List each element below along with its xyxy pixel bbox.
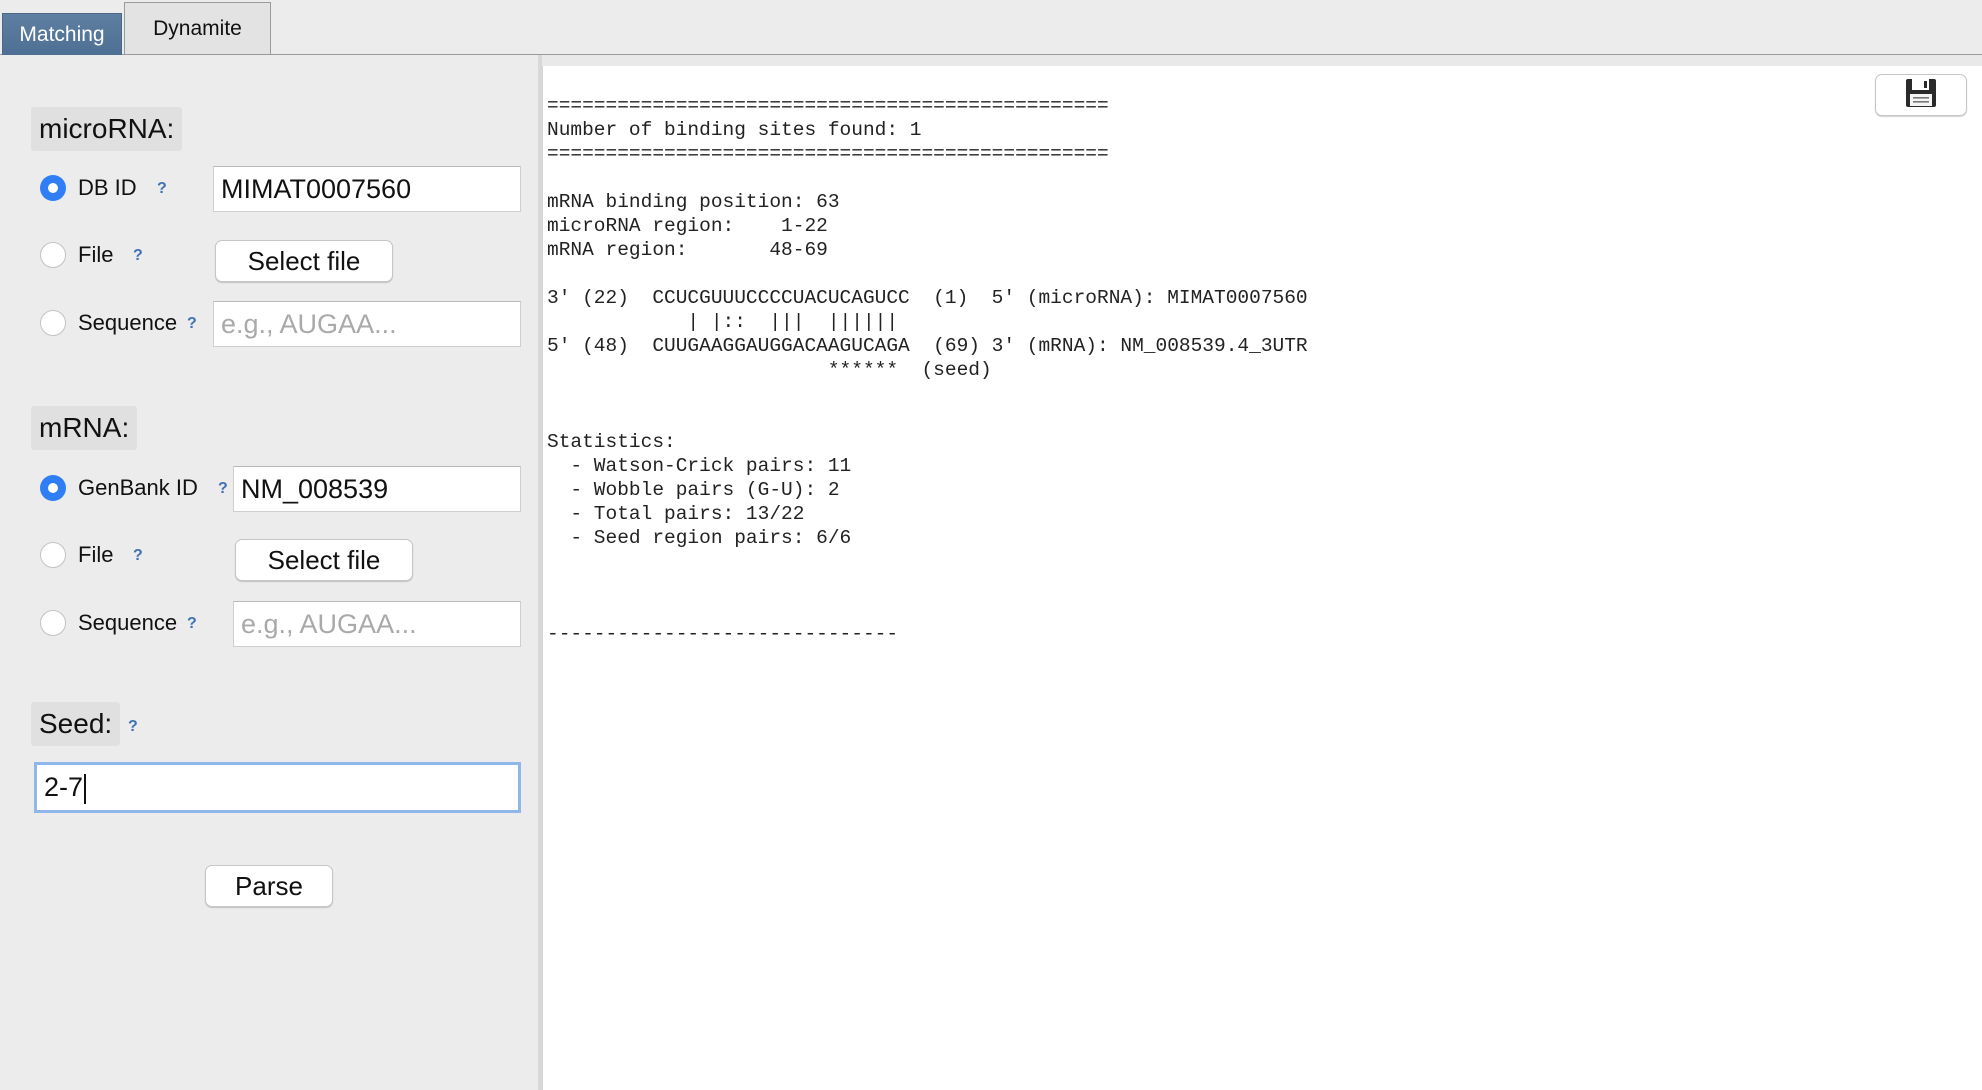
text-caret [84, 773, 87, 804]
mrna-sequence-label: Sequence [78, 610, 178, 635]
microrna-sequence-input[interactable]: e.g., AUGAA... [213, 301, 521, 347]
tab-dynamite[interactable]: Dynamite [124, 2, 271, 54]
microrna-file-radio[interactable] [40, 242, 66, 268]
floppy-disk-icon [1905, 78, 1937, 113]
microrna-section-label: microRNA: [31, 107, 183, 151]
mrna-genbank-help-icon[interactable]: ? [218, 479, 228, 499]
tab-bar: Matching Dynamite [0, 0, 1982, 56]
microrna-sequence-radio[interactable] [40, 310, 66, 336]
seed-label: Seed: [31, 702, 121, 746]
mrna-file-help-icon[interactable]: ? [133, 546, 143, 566]
mrna-sequence-input[interactable]: e.g., AUGAA... [233, 601, 521, 647]
mrna-select-file-button[interactable]: Select file [235, 539, 413, 581]
microrna-sequence-help-icon[interactable]: ? [187, 314, 197, 334]
mrna-genbank-radio[interactable] [40, 475, 66, 501]
input-panel: microRNA: DB ID ? MIMAT0007560 File ? Se… [0, 55, 538, 1090]
mrna-sequence-help-icon[interactable]: ? [187, 614, 197, 634]
microrna-dbid-input[interactable]: MIMAT0007560 [213, 166, 521, 212]
mrna-file-radio[interactable] [40, 542, 66, 568]
seed-help-icon[interactable]: ? [128, 717, 138, 737]
results-text: ========================================… [547, 95, 1308, 645]
microrna-file-label: File [78, 242, 114, 267]
mrna-sequence-radio[interactable] [40, 610, 66, 636]
parse-button[interactable]: Parse [205, 865, 333, 907]
microrna-dbid-label: DB ID [78, 175, 137, 200]
seed-input-value: 2-7 [44, 772, 84, 802]
seed-input[interactable]: 2-7 [34, 762, 521, 813]
microrna-dbid-radio[interactable] [40, 175, 66, 201]
mrna-section-label: mRNA: [31, 406, 138, 450]
tab-matching[interactable]: Matching [2, 13, 122, 56]
microrna-file-help-icon[interactable]: ? [133, 246, 143, 266]
results-output-panel: ========================================… [542, 66, 1982, 1090]
save-results-button[interactable] [1875, 74, 1967, 116]
mrna-genbank-input[interactable]: NM_008539 [233, 466, 521, 512]
microrna-sequence-label: Sequence [78, 310, 178, 335]
mrna-file-label: File [78, 542, 114, 567]
mrna-genbank-label: GenBank ID [78, 475, 198, 500]
microrna-select-file-button[interactable]: Select file [215, 240, 393, 282]
microrna-dbid-help-icon[interactable]: ? [157, 179, 167, 199]
